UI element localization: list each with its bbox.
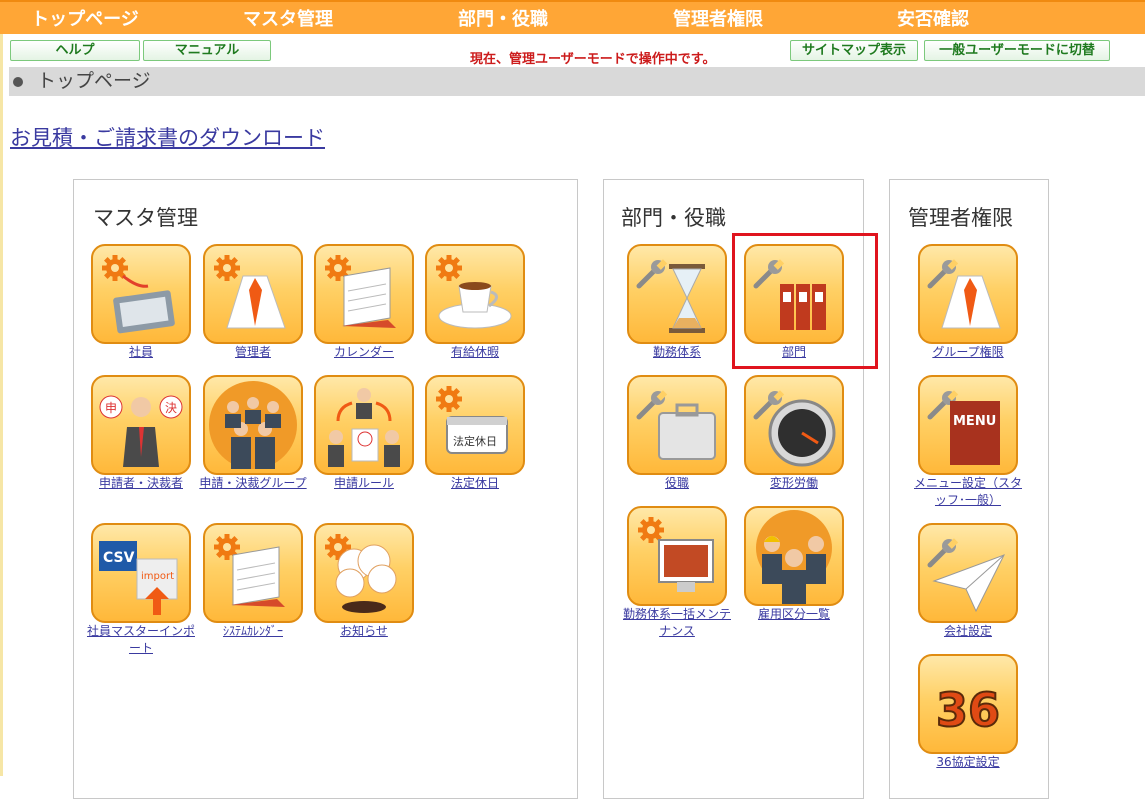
svg-text:申: 申 [105, 401, 117, 415]
shirt-tie-icon [918, 244, 1018, 344]
tile-position-label[interactable]: 役職 [621, 475, 733, 492]
breadcrumb: トップページ [9, 67, 1145, 96]
nav-master[interactable]: マスタ管理 [208, 8, 368, 32]
gauge-icon [744, 375, 844, 475]
nav-top-page[interactable]: トップページ [5, 8, 165, 32]
tile-paid-leave-label[interactable]: 有給休暇 [419, 344, 531, 361]
tile-company-settings-label[interactable]: 会社設定 [912, 623, 1024, 640]
breadcrumb-current: トップページ [37, 70, 151, 92]
tile-employee-import-label[interactable]: 社員マスターインポート [85, 623, 197, 657]
admin-panel-title: 管理者権限 [908, 206, 1013, 230]
applicant-approver-icon: 申 決 [91, 375, 191, 475]
holiday-calendar-icon: 法定休日 [425, 375, 525, 475]
tile-group-permission-label[interactable]: グループ権限 [912, 344, 1024, 361]
tile-calendar-label[interactable]: カレンダー [308, 344, 420, 361]
nav-dept-role[interactable]: 部門・役職 [423, 8, 583, 32]
request-rule-icon [314, 375, 414, 475]
svg-text:法定休日: 法定休日 [453, 434, 497, 448]
tile-36-agreement-label[interactable]: 36協定設定 [912, 754, 1024, 771]
svg-text:import: import [141, 571, 174, 582]
tile-menu-settings-label[interactable]: メニュー設定（スタッフ･一般） [912, 475, 1024, 509]
svg-text:CSV: CSV [103, 550, 135, 566]
tile-notice-label[interactable]: お知らせ [308, 623, 420, 640]
tile-employee-label[interactable]: 社員 [85, 344, 197, 361]
bullet-icon [13, 77, 23, 87]
master-panel-title: マスタ管理 [93, 206, 198, 230]
tile-bulk-maintenance-label[interactable]: 勤務体系一括メンテナンス [621, 606, 733, 640]
svg-text:36: 36 [936, 683, 1000, 737]
paper-plane-icon [918, 523, 1018, 623]
shirt-tie-icon [203, 244, 303, 344]
tile-approval-group-label[interactable]: 申請・決裁グループ [197, 475, 309, 492]
hourglass-icon [627, 244, 727, 344]
top-navigation: トップページ マスタ管理 部門・役職 管理者権限 安否確認 [0, 0, 1145, 34]
monitor-icon [627, 506, 727, 606]
coffee-cup-icon [425, 244, 525, 344]
svg-text:MENU: MENU [953, 414, 996, 429]
manual-button[interactable]: マニュアル [143, 40, 271, 61]
tile-legal-holiday-label[interactable]: 法定休日 [419, 475, 531, 492]
dept-panel-title: 部門・役職 [621, 206, 726, 230]
highlight-box [732, 233, 878, 369]
tile-system-calendar-label[interactable]: ｼｽﾃﾑｶﾚﾝﾀﾞｰ [197, 623, 309, 640]
nav-safety[interactable]: 安否確認 [853, 8, 1013, 32]
tile-request-rule-label[interactable]: 申請ルール [308, 475, 420, 492]
svg-text:決: 決 [165, 401, 177, 415]
csv-import-icon: CSV import [91, 523, 191, 623]
tile-employment-types-label[interactable]: 雇用区分一覧 [738, 606, 850, 623]
mode-message: 現在、管理ユーザーモードで操作中です。 [470, 52, 716, 67]
tile-manager-label[interactable]: 管理者 [197, 344, 309, 361]
number-36-icon: 36 [918, 654, 1018, 754]
help-button[interactable]: ヘルプ [10, 40, 140, 61]
workers-icon [744, 506, 844, 606]
left-edge-line [0, 0, 3, 776]
menu-book-icon: MENU [918, 375, 1018, 475]
group-people-icon [203, 375, 303, 475]
nav-admin[interactable]: 管理者権限 [638, 8, 798, 32]
notice-cloud-icon [314, 523, 414, 623]
system-calendar-icon [203, 523, 303, 623]
tile-applicant-approver-label[interactable]: 申請者・決裁者 [85, 475, 197, 492]
tile-work-pattern-label[interactable]: 勤務体系 [621, 344, 733, 361]
sitemap-button[interactable]: サイトマップ表示 [790, 40, 918, 61]
id-card-icon [91, 244, 191, 344]
briefcase-icon [627, 375, 727, 475]
calendar-icon [314, 244, 414, 344]
switch-mode-button[interactable]: 一般ユーザーモードに切替 [924, 40, 1110, 61]
download-link[interactable]: お見積・ご請求書のダウンロード [10, 122, 325, 152]
tile-flex-labor-label[interactable]: 変形労働 [738, 475, 850, 492]
